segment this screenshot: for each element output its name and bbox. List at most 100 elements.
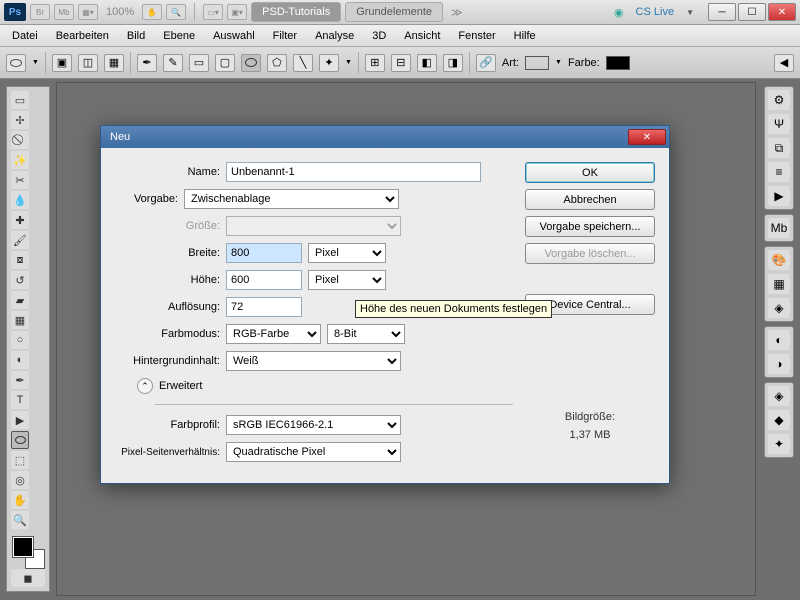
roundrect-shape-icon[interactable]: ▢ [215,54,235,72]
masks-panel-icon[interactable]: ◐ [768,330,790,350]
ps-logo-icon[interactable]: Ps [4,3,26,21]
combine-intersect-icon[interactable]: ◧ [417,54,437,72]
chevron-down-icon[interactable]: ▼ [345,59,352,66]
eraser-tool-icon[interactable]: ▰ [11,291,29,309]
hand-tool-icon[interactable]: ✋ [11,491,29,509]
gradient-tool-icon[interactable]: ▦ [11,311,29,329]
brushes-panel-icon[interactable]: Ψ [768,114,790,134]
chevron-down-icon[interactable]: ▼ [555,59,562,66]
type-tool-icon[interactable]: T [11,391,29,409]
menu-analyse[interactable]: Analyse [307,27,362,45]
link-style-icon[interactable]: 🔗 [476,54,496,72]
workspace-tab-psd[interactable]: PSD-Tutorials [251,2,341,22]
shape-layers-icon[interactable]: ▣ [52,54,72,72]
menu-ansicht[interactable]: Ansicht [396,27,448,45]
hoehe-unit-select[interactable]: Pixel [308,270,386,290]
more-workspaces-icon[interactable]: ≫ [447,6,467,19]
polygon-shape-icon[interactable]: ⬠ [267,54,287,72]
menu-datei[interactable]: Datei [4,27,46,45]
zoom-tool-icon[interactable]: 🔍 [11,511,29,529]
menu-auswahl[interactable]: Auswahl [205,27,263,45]
quickmask-icon[interactable]: ◼ [11,569,45,587]
history-panel-icon[interactable]: ≡ [768,162,790,182]
farbmodus-select[interactable]: RGB-Farbe [226,324,321,344]
swatches-panel-icon[interactable]: ▦ [768,274,790,294]
3d-camera-icon[interactable]: ◎ [11,471,29,489]
hg-select[interactable]: Weiß [226,351,401,371]
custom-shape-icon[interactable]: ✦ [319,54,339,72]
viewmode-icon[interactable]: ▦▾ [78,4,98,20]
zoom-tool-icon[interactable]: 🔍 [166,4,186,20]
farbmodus-bit-select[interactable]: 8-Bit [327,324,405,344]
adjust2-panel-icon[interactable]: ◑ [768,354,790,374]
freeform-pen-icon[interactable]: ✎ [163,54,183,72]
workspace-tab-2[interactable]: Grundelemente [345,2,443,22]
move-tool-icon[interactable]: ✢ [11,111,29,129]
ellipse-shape-icon[interactable] [241,54,261,72]
dodge-tool-icon[interactable]: ◐ [11,351,29,369]
menu-filter[interactable]: Filter [265,27,305,45]
menu-ebene[interactable]: Ebene [155,27,203,45]
minimize-button[interactable]: ─ [708,3,736,21]
rect-shape-icon[interactable]: ▭ [189,54,209,72]
cslive-button[interactable]: CS Live [628,6,683,18]
combine-subtract-icon[interactable]: ⊟ [391,54,411,72]
screenmode-icon[interactable]: ▣▾ [227,4,247,20]
erweitert-toggle[interactable]: ⌃ [137,378,153,394]
pen-tool-icon[interactable]: ✒ [11,371,29,389]
options-collapse-icon[interactable]: ◀ [774,54,794,72]
line-shape-icon[interactable]: ╲ [293,54,313,72]
fg-color-swatch[interactable] [13,537,33,557]
bridge-icon[interactable]: Br [30,4,50,20]
channels-panel-icon[interactable]: ◆ [768,410,790,430]
menu-hilfe[interactable]: Hilfe [506,27,544,45]
combine-add-icon[interactable]: ⊞ [365,54,385,72]
shape-tool-icon[interactable] [11,431,29,449]
zoom-level[interactable]: 100% [102,6,138,18]
tool-preset-icon[interactable] [6,54,26,72]
eyedropper-tool-icon[interactable]: 💧 [11,191,29,209]
farbprofil-select[interactable]: sRGB IEC61966-2.1 [226,415,401,435]
hoehe-input[interactable] [226,270,302,290]
abbrechen-button[interactable]: Abbrechen [525,189,655,210]
arrange-icon[interactable]: ▭▾ [203,4,223,20]
marquee-tool-icon[interactable]: ▭ [11,91,29,109]
vorgabe-select[interactable]: Zwischenablage [184,189,399,209]
breite-input[interactable] [226,243,302,263]
hand-tool-icon[interactable]: ✋ [142,4,162,20]
color-panel-icon[interactable]: 🎨 [768,250,790,270]
stamp-tool-icon[interactable]: ⧇ [11,251,29,269]
paths-panel-icon[interactable]: ✦ [768,434,790,454]
menu-3d[interactable]: 3D [364,27,394,45]
adjustments-panel-icon[interactable]: ⚙ [768,90,790,110]
combine-exclude-icon[interactable]: ◨ [443,54,463,72]
lasso-tool-icon[interactable]: ⃠ [11,131,29,149]
clonesrc-panel-icon[interactable]: ⧉ [768,138,790,158]
styles-panel-icon[interactable]: ◈ [768,298,790,318]
pixelar-select[interactable]: Quadratische Pixel [226,442,401,462]
minibridge-icon[interactable]: Mb [54,4,74,20]
name-input[interactable] [226,162,481,182]
fill-pixels-icon[interactable]: ▦ [104,54,124,72]
color-swatch[interactable] [606,56,630,70]
menu-fenster[interactable]: Fenster [450,27,503,45]
brush-tool-icon[interactable]: 🖌 [11,231,29,249]
dialog-titlebar[interactable]: Neu ✕ [101,126,669,148]
actions-panel-icon[interactable]: ▶ [768,186,790,206]
path-select-icon[interactable]: ▶ [11,411,29,429]
vorgabe-speichern-button[interactable]: Vorgabe speichern... [525,216,655,237]
menu-bearbeiten[interactable]: Bearbeiten [48,27,117,45]
maximize-button[interactable]: ☐ [738,3,766,21]
chevron-down-icon[interactable]: ▼ [686,8,694,17]
healing-tool-icon[interactable]: ✚ [11,211,29,229]
dialog-close-button[interactable]: ✕ [628,129,666,145]
close-button[interactable]: ✕ [768,3,796,21]
color-picker[interactable] [11,535,45,567]
paths-icon[interactable]: ◫ [78,54,98,72]
3d-tool-icon[interactable]: ⬚ [11,451,29,469]
breite-unit-select[interactable]: Pixel [308,243,386,263]
ok-button[interactable]: OK [525,162,655,183]
style-swatch[interactable] [525,56,549,70]
chevron-down-icon[interactable]: ▼ [32,59,39,66]
layers-panel-icon[interactable]: ◈ [768,386,790,406]
